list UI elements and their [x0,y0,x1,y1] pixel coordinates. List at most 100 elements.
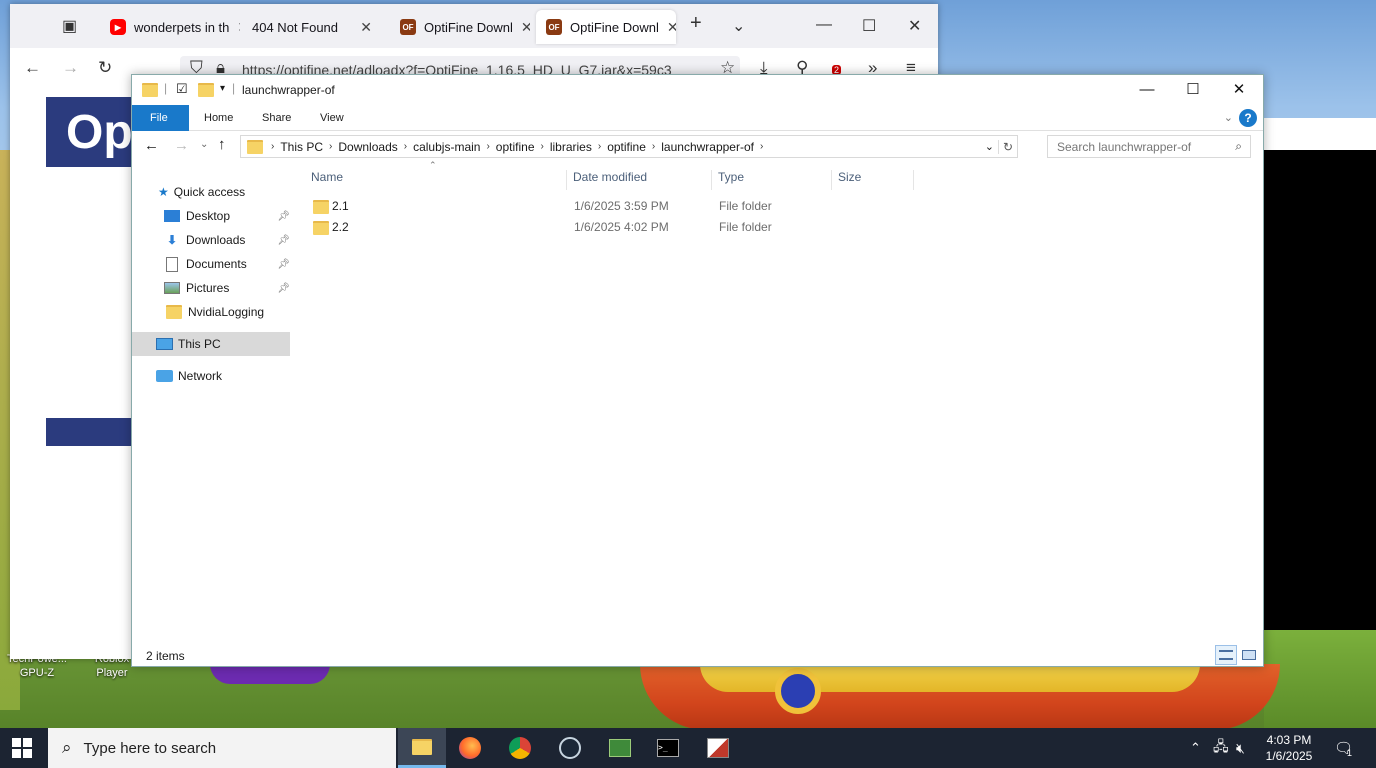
clock[interactable]: 4:03 PM 1/6/2025 [1254,732,1324,764]
tab-label: OptiFine Downl [424,19,513,35]
tab-view[interactable]: View [304,105,360,131]
taskbar-steam[interactable] [546,728,594,768]
nav-label: NvidiaLogging [188,305,265,319]
taskbar-file-explorer[interactable] [398,728,446,768]
tab-wonderpets[interactable]: ▶ wonderpets in th ✕ [100,10,240,44]
properties-icon[interactable]: ☑ [176,81,188,97]
nav-nvidialogging[interactable]: NvidiaLogging [132,300,290,324]
forward-icon[interactable]: → [174,137,189,154]
new-folder-icon[interactable] [198,83,214,97]
notification-center-button[interactable]: 🗨︎ 1 [1334,728,1353,768]
maximize-icon[interactable]: ☐ [862,16,876,36]
pin-icon: 📌︎ [277,282,290,294]
back-icon[interactable]: ← [24,58,41,78]
nav-network[interactable]: Network [132,364,290,388]
file-row[interactable]: 2.1 1/6/2025 3:59 PM File folder [308,196,968,217]
file-date: 1/6/2025 3:59 PM [574,199,669,213]
minimize-icon[interactable]: — [816,16,832,34]
maximize-icon[interactable]: ☐ [1170,79,1216,101]
folder-icon [313,199,329,214]
details-view-button[interactable] [1215,645,1237,665]
nav-quick-access[interactable]: ★ Quick access [132,180,290,204]
title-bar[interactable]: | ☑ ▾ | launchwrapper-of — ☐ ✕ [132,75,1263,105]
file-name: 2.1 [332,199,349,213]
address-row: ← → ⌄ ↑ › This PC › Downloads › calubjs-… [132,133,1263,161]
tab-file[interactable]: File [132,105,189,131]
breadcrumb-calubjs-main[interactable]: calubjs-main [407,140,486,154]
column-label: Type [718,170,745,184]
pictures-icon [164,282,180,294]
close-icon[interactable]: ✕ [237,19,240,36]
column-header-type[interactable]: Type [712,170,832,190]
column-header-name[interactable]: Name [305,170,567,190]
terminal-icon: >_ [657,739,679,757]
up-icon[interactable]: ↑ [218,136,226,153]
notification-count: 1 [1347,748,1353,758]
back-icon[interactable]: ← [144,137,159,154]
tab-label: 404 Not Found [252,19,339,35]
file-row[interactable]: 2.2 1/6/2025 4:02 PM File folder [308,217,968,238]
nav-label: Desktop [186,209,231,223]
breadcrumb-launchwrapper-of[interactable]: launchwrapper-of [655,140,760,154]
address-dropdown-icon[interactable]: ⌄ [985,140,998,153]
file-type: File folder [719,220,772,234]
taskbar-firefox[interactable] [446,728,494,768]
new-tab-icon[interactable]: + [690,12,702,35]
column-header-size[interactable]: Size [832,170,914,190]
forward-icon[interactable]: → [62,58,79,78]
reload-icon[interactable]: ↻ [98,58,112,78]
app-icon [707,738,729,758]
show-hidden-icons-icon[interactable]: ⌃ [1190,728,1201,768]
taskbar-search[interactable]: ⌕ Type here to search [48,728,396,768]
volume-muted-icon[interactable]: 🔇︎ [1236,728,1245,768]
close-icon[interactable]: ✕ [667,19,676,36]
nav-this-pc[interactable]: This PC [132,332,290,356]
breadcrumb-optifine-2[interactable]: optifine [601,140,652,154]
help-icon[interactable]: ? [1239,109,1257,127]
tab-optifine-2[interactable]: OF OptiFine Downl ✕ [536,10,676,44]
minimize-icon[interactable]: — [1124,79,1170,101]
site-logo-text: Opti [66,106,136,159]
nav-pictures[interactable]: Pictures 📌︎ [132,276,290,300]
tab-optifine-1[interactable]: OF OptiFine Downl ✕ [390,10,530,44]
chevron-down-icon[interactable]: ⌄ [732,16,745,36]
desktop-icon [164,210,180,222]
tab-share[interactable]: Share [246,105,307,131]
chevron-down-icon[interactable]: ▾ [220,83,225,94]
close-icon[interactable]: ✕ [908,16,921,36]
search-icon: ⌕ [1235,139,1242,153]
expand-ribbon-icon[interactable]: ⌄ [1224,111,1233,124]
nav-downloads[interactable]: ⬇ Downloads 📌︎ [132,228,290,252]
taskbar-app-green[interactable] [596,728,644,768]
address-bar[interactable]: › This PC › Downloads › calubjs-main › o… [240,135,1018,158]
breadcrumb-downloads[interactable]: Downloads [332,140,403,154]
large-icons-view-button[interactable] [1238,645,1260,665]
tab-404[interactable]: 404 Not Found ✕ [242,10,382,44]
breadcrumb-libraries[interactable]: libraries [544,140,598,154]
column-header-date[interactable]: Date modified [567,170,712,190]
breadcrumb-this-pc[interactable]: This PC [274,140,329,154]
desktop-icon-label: GPU-Z [19,667,55,679]
recent-locations-icon[interactable]: ⌄ [200,139,208,150]
breadcrumb-optifine[interactable]: optifine [490,140,541,154]
game-icon [609,739,631,757]
close-icon[interactable]: ✕ [521,19,530,36]
refresh-icon[interactable]: ↻ [997,139,1017,154]
browser-tab-strip: ▣ ▶ wonderpets in th ✕ 404 Not Found ✕ O… [10,4,938,48]
tab-home[interactable]: Home [188,105,249,131]
file-explorer-window: | ☑ ▾ | launchwrapper-of — ☐ ✕ File Home… [131,74,1264,667]
column-label: Name [311,170,344,184]
taskbar-terminal[interactable]: >_ [644,728,692,768]
close-icon[interactable]: ✕ [1216,79,1262,101]
taskbar-app-other[interactable] [694,728,742,768]
nav-label: Documents [186,257,247,271]
start-button[interactable] [12,738,32,758]
nav-label: Pictures [186,281,230,295]
close-icon[interactable]: ✕ [360,19,372,36]
search-box[interactable]: Search launchwrapper-of ⌕ [1047,135,1251,158]
nav-documents[interactable]: Documents 📌︎ [132,252,290,276]
network-tray-icon[interactable]: 🖧︎ [1213,728,1229,768]
firefox-view-icon[interactable]: ▣ [62,16,77,36]
taskbar-chrome[interactable] [496,728,544,768]
nav-desktop[interactable]: Desktop 📌︎ [132,204,290,228]
